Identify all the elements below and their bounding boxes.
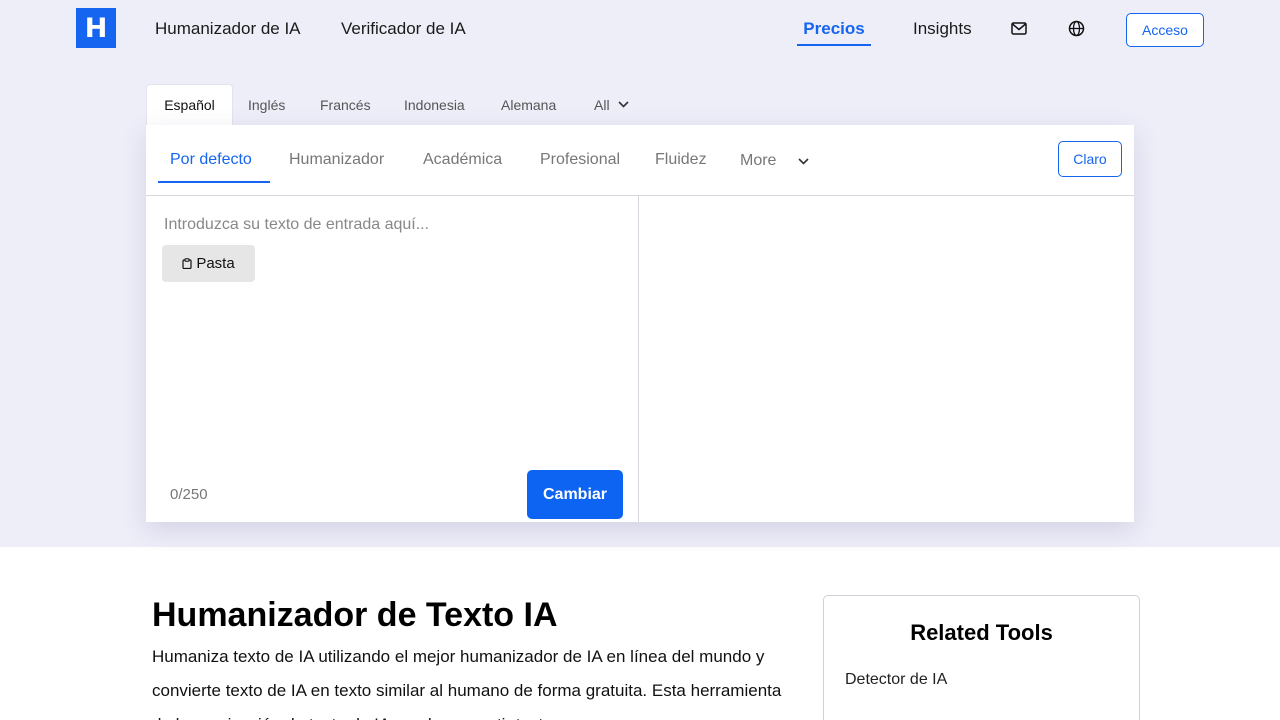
lang-tab-french[interactable]: Francés: [320, 84, 371, 125]
character-counter: 0/250: [170, 486, 208, 503]
chevron-down-icon: [798, 157, 810, 165]
mode-more-dropdown[interactable]: More: [740, 152, 810, 170]
related-tools-panel: Related Tools Detector de IA: [823, 595, 1140, 720]
input-placeholder: Introduzca su texto de entrada aquí...: [164, 216, 430, 233]
mode-more-label: More: [740, 152, 777, 169]
lang-tab-english[interactable]: Inglés: [248, 84, 285, 125]
lang-all-label: All: [594, 96, 610, 113]
login-button[interactable]: Acceso: [1126, 13, 1204, 47]
hero-section: H Humanizador de IA Verificador de IA Pr…: [0, 0, 1280, 547]
humanizer-card: Por defecto Humanizador Académica Profes…: [146, 125, 1134, 522]
logo-letter: H: [84, 12, 108, 44]
mode-tab-fluency[interactable]: Fluidez: [655, 151, 707, 169]
paste-label: Pasta: [196, 255, 235, 272]
lang-tab-spanish[interactable]: Español: [146, 84, 233, 125]
page-description: Humaniza texto de IA utilizando el mejor…: [152, 647, 782, 720]
output-text-area: [640, 196, 1134, 522]
globe-icon[interactable]: [1067, 19, 1085, 37]
chevron-down-icon: [617, 101, 629, 108]
mode-tab-academic[interactable]: Académica: [423, 151, 502, 169]
clipboard-icon: [182, 258, 192, 269]
theme-toggle-button[interactable]: Claro: [1058, 141, 1122, 177]
lang-all-dropdown[interactable]: All: [594, 84, 629, 125]
submit-button[interactable]: Cambiar: [527, 470, 623, 519]
mode-tab-humanizer[interactable]: Humanizador: [289, 151, 384, 169]
mode-tabs: Por defecto Humanizador Académica Profes…: [146, 125, 1134, 196]
nav-verifier-link[interactable]: Verificador de IA: [341, 19, 466, 39]
page-title: Humanizador de Texto IA: [152, 596, 558, 634]
related-tool-link[interactable]: Detector de IA: [845, 671, 947, 689]
mode-tab-default[interactable]: Por defecto: [158, 151, 270, 183]
paste-button[interactable]: Pasta: [162, 245, 255, 282]
lang-tab-german[interactable]: Alemana: [501, 84, 556, 125]
nav-humanizer-link[interactable]: Humanizador de IA: [155, 19, 301, 39]
lang-tab-indonesian[interactable]: Indonesia: [404, 84, 465, 125]
site-logo[interactable]: H: [76, 8, 116, 48]
related-tools-title: Related Tools: [910, 620, 1053, 645]
mail-icon[interactable]: [1010, 19, 1028, 37]
nav-insights-link[interactable]: Insights: [913, 19, 972, 39]
mode-tab-professional[interactable]: Profesional: [540, 151, 620, 169]
input-text-area[interactable]: Introduzca su texto de entrada aquí... P…: [146, 196, 639, 522]
nav-pricing-link[interactable]: Precios: [797, 19, 871, 46]
